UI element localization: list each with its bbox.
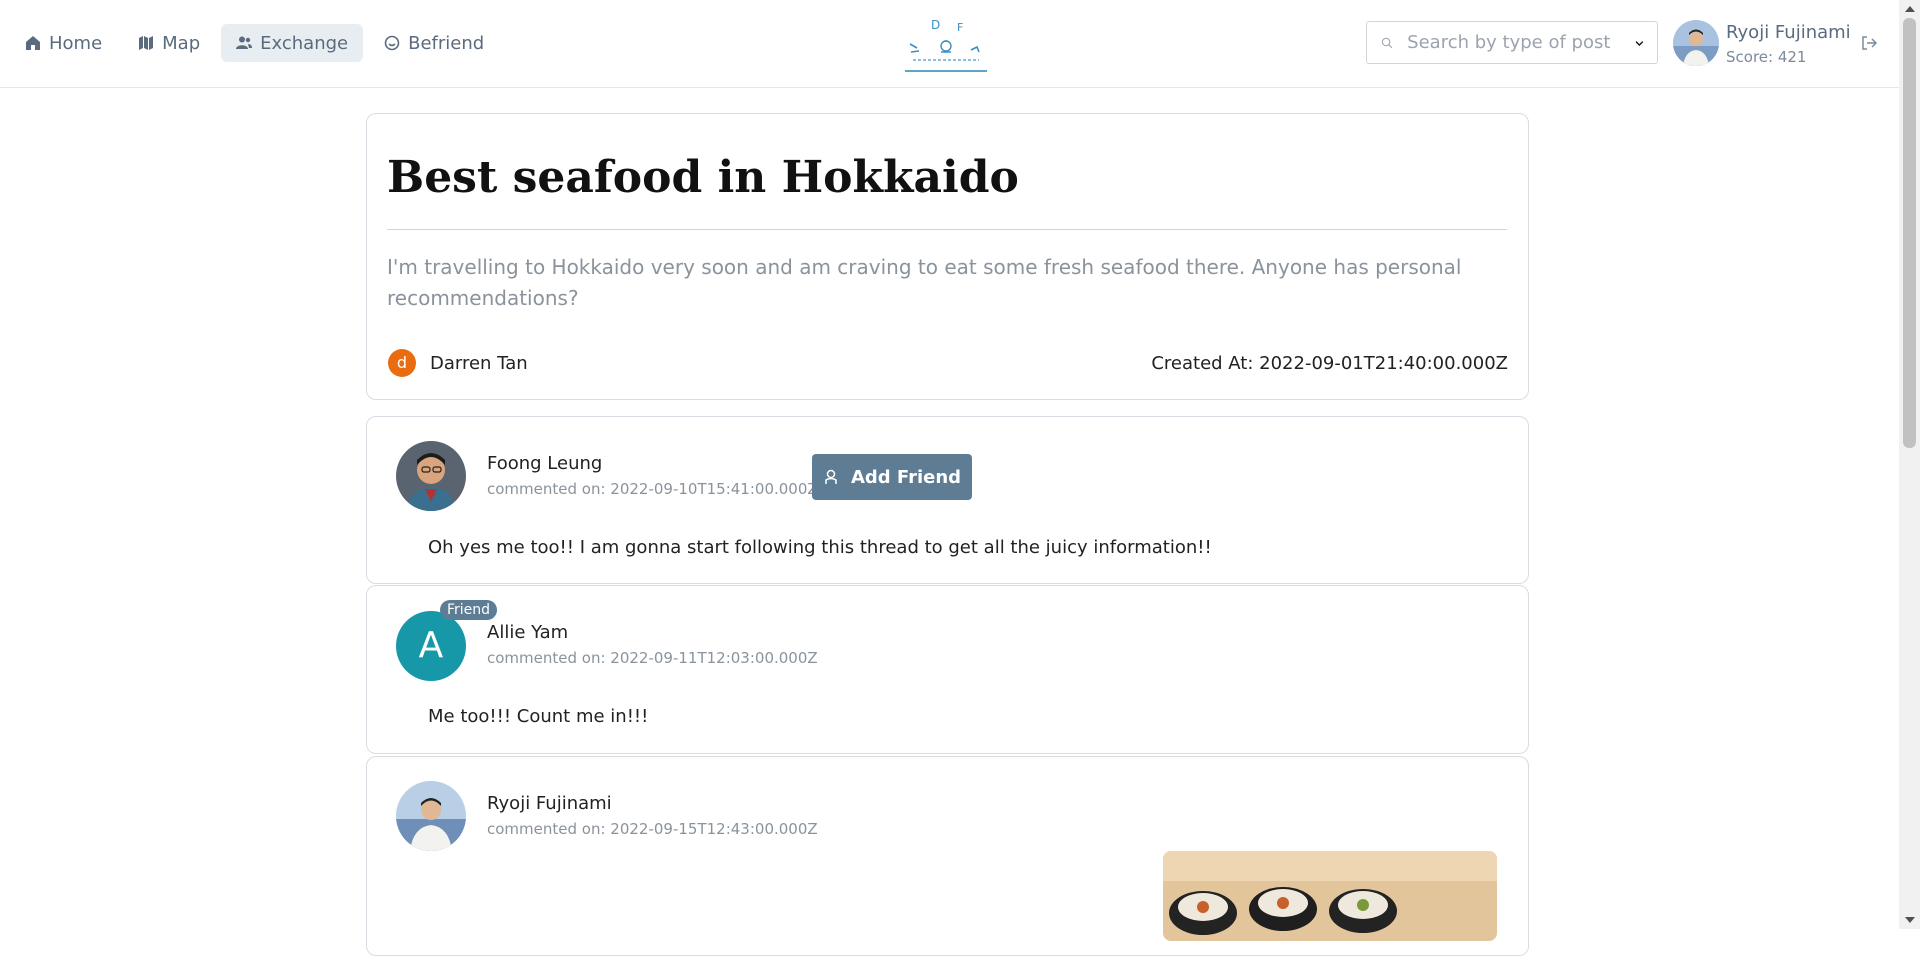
commenter-avatar[interactable]: A bbox=[396, 611, 466, 681]
search-icon bbox=[1381, 37, 1393, 48]
chevron-down-icon[interactable] bbox=[1634, 35, 1645, 51]
nav-home[interactable]: Home bbox=[10, 24, 117, 62]
page-scrollbar[interactable] bbox=[1899, 0, 1920, 929]
nav-map-label: Map bbox=[162, 32, 201, 54]
commenter-name[interactable]: Ryoji Fujinami bbox=[487, 793, 612, 814]
nav-exchange-label: Exchange bbox=[260, 32, 349, 54]
user-plus-icon bbox=[825, 469, 837, 484]
nav-home-label: Home bbox=[49, 32, 103, 54]
post-title: Best seafood in Hokkaido bbox=[387, 152, 1019, 203]
divider bbox=[387, 229, 1507, 230]
svg-text:F: F bbox=[957, 21, 963, 34]
map-icon bbox=[139, 36, 154, 50]
commenter-avatar[interactable] bbox=[396, 781, 466, 851]
commenter-name[interactable]: Foong Leung bbox=[487, 453, 602, 474]
smile-icon bbox=[384, 35, 400, 51]
nav-befriend-label: Befriend bbox=[408, 32, 485, 54]
nav-exchange[interactable]: Exchange bbox=[221, 24, 364, 62]
scroll-thumb[interactable] bbox=[1903, 18, 1916, 448]
user-score: Score: 421 bbox=[1726, 48, 1807, 66]
scroll-up-arrow-icon[interactable] bbox=[1905, 6, 1915, 12]
comment-text: Me too!!! Count me in!!! bbox=[428, 706, 649, 727]
comment-card: Ryoji Fujinami commented on: 2022-09-15T… bbox=[366, 756, 1529, 956]
commenter-name[interactable]: Allie Yam bbox=[487, 622, 568, 643]
author-avatar[interactable]: d bbox=[388, 349, 416, 377]
post-card: Best seafood in Hokkaido I'm travelling … bbox=[366, 113, 1529, 400]
commenter-avatar[interactable] bbox=[396, 441, 466, 511]
friend-badge: Friend bbox=[440, 600, 498, 620]
user-photo-icon bbox=[1673, 20, 1719, 66]
user-avatar[interactable] bbox=[1673, 20, 1719, 66]
comment-date: commented on: 2022-09-10T15:41:00.000Z bbox=[487, 480, 818, 498]
search-input[interactable] bbox=[1405, 31, 1635, 54]
commenter-photo-icon bbox=[396, 441, 466, 511]
commenter-photo-icon bbox=[396, 781, 466, 851]
comment-card: A Friend Allie Yam commented on: 2022-09… bbox=[366, 585, 1529, 754]
author-name[interactable]: Darren Tan bbox=[430, 353, 528, 374]
app-logo[interactable]: D F bbox=[905, 14, 987, 72]
comment-image[interactable] bbox=[1163, 851, 1497, 941]
comment-text: Oh yes me too!! I am gonna start followi… bbox=[428, 537, 1212, 558]
post-type-search[interactable] bbox=[1366, 21, 1658, 64]
logo-mark-icon: D F bbox=[909, 18, 980, 61]
top-navbar: Home Map Exchange Befriend D F Search by… bbox=[0, 0, 1899, 88]
post-created-at: Created At: 2022-09-01T21:40:00.000Z bbox=[1151, 353, 1508, 374]
comment-date: commented on: 2022-09-11T12:03:00.000Z bbox=[487, 649, 818, 667]
comment-card: Foong Leung commented on: 2022-09-10T15:… bbox=[366, 416, 1529, 584]
user-name: Ryoji Fujinami bbox=[1726, 22, 1851, 43]
sushi-photo-icon bbox=[1163, 851, 1497, 941]
main-nav: Home Map Exchange Befriend bbox=[10, 24, 499, 62]
svg-text:D: D bbox=[931, 18, 940, 32]
add-friend-button[interactable]: Add Friend bbox=[812, 454, 972, 500]
users-icon bbox=[236, 36, 253, 49]
logout-icon[interactable] bbox=[1860, 34, 1878, 52]
nav-befriend[interactable]: Befriend bbox=[369, 24, 499, 62]
home-icon bbox=[26, 36, 40, 50]
comment-date: commented on: 2022-09-15T12:43:00.000Z bbox=[487, 820, 818, 838]
nav-map[interactable]: Map bbox=[123, 24, 215, 62]
scroll-down-arrow-icon[interactable] bbox=[1905, 917, 1915, 923]
post-body: I'm travelling to Hokkaido very soon and… bbox=[387, 255, 1462, 310]
add-friend-label: Add Friend bbox=[850, 466, 962, 488]
